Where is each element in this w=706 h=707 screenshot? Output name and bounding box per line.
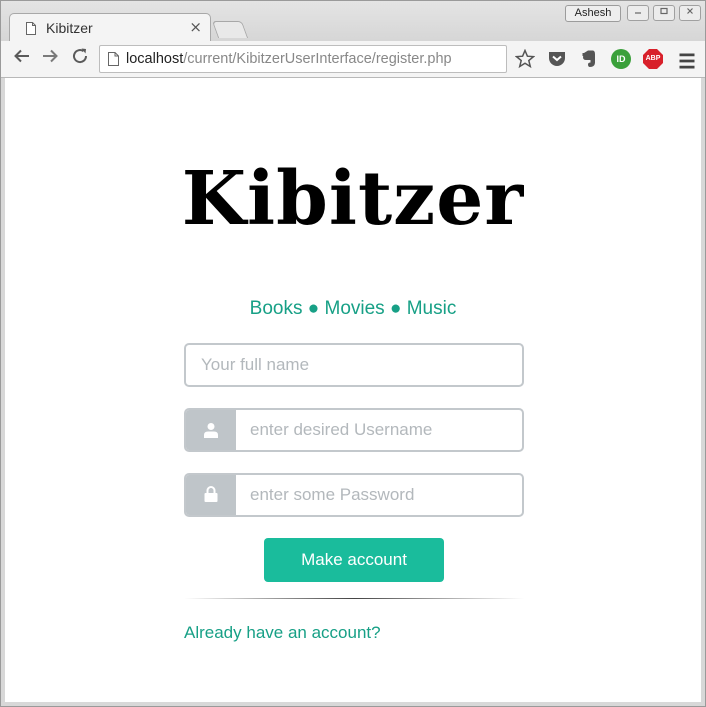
pocket-icon[interactable] (547, 49, 567, 69)
profile-button[interactable]: Ashesh (565, 5, 621, 22)
reload-button[interactable] (69, 47, 91, 69)
close-icon (687, 8, 693, 14)
star-icon[interactable] (515, 49, 535, 69)
page-content: Kibitzer Books ● Movies ● Music Your ful… (5, 78, 701, 702)
tagline: Books ● Movies ● Music (249, 298, 457, 319)
maximize-button[interactable] (653, 5, 675, 21)
browser-toolbar: localhost/current/KibitzerUserInterface/… (1, 41, 705, 78)
close-window-button[interactable] (679, 5, 701, 21)
username-field[interactable] (184, 408, 524, 452)
tab-title: Kibitzer (46, 20, 93, 36)
fullname-input[interactable] (201, 345, 511, 385)
id-extension-icon[interactable]: ID (611, 49, 631, 69)
fullname-field[interactable] (184, 343, 524, 387)
menu-icon[interactable] (677, 51, 697, 71)
password-addon (186, 475, 236, 515)
back-button[interactable] (11, 47, 33, 69)
url-path: /current/KibitzerUserInterface/register.… (183, 51, 452, 67)
username-addon (186, 410, 236, 450)
address-bar[interactable]: localhost/current/KibitzerUserInterface/… (99, 45, 507, 73)
make-account-button[interactable]: Make account (264, 538, 444, 582)
maximize-icon (660, 7, 668, 15)
tab-strip: Kibitzer × Ashesh (1, 1, 705, 44)
minimize-icon (635, 12, 641, 14)
lock-icon (204, 486, 218, 502)
back-icon (14, 49, 29, 63)
tab-close-icon[interactable]: × (189, 18, 202, 36)
user-icon (204, 423, 218, 438)
new-tab-button[interactable] (211, 21, 249, 38)
adblock-icon[interactable]: ABP (643, 49, 663, 69)
evernote-icon[interactable] (579, 49, 599, 69)
username-input[interactable] (250, 410, 514, 450)
site-logo: Kibitzer (181, 156, 525, 242)
login-link[interactable]: Already have an account? (184, 623, 381, 643)
tab-kibitzer[interactable]: Kibitzer × (9, 13, 211, 44)
page-icon (26, 22, 36, 35)
browser-window: Kibitzer × Ashesh localhost/current/Kibi… (0, 0, 706, 707)
page-info-icon (108, 52, 119, 66)
url-text: localhost/current/KibitzerUserInterface/… (126, 51, 452, 67)
url-host: localhost (126, 51, 184, 67)
divider (184, 598, 524, 599)
minimize-button[interactable] (627, 5, 649, 21)
forward-button[interactable] (39, 47, 61, 69)
forward-icon (43, 49, 58, 63)
password-input[interactable] (250, 475, 514, 515)
reload-icon (73, 48, 88, 64)
password-field[interactable] (184, 473, 524, 517)
